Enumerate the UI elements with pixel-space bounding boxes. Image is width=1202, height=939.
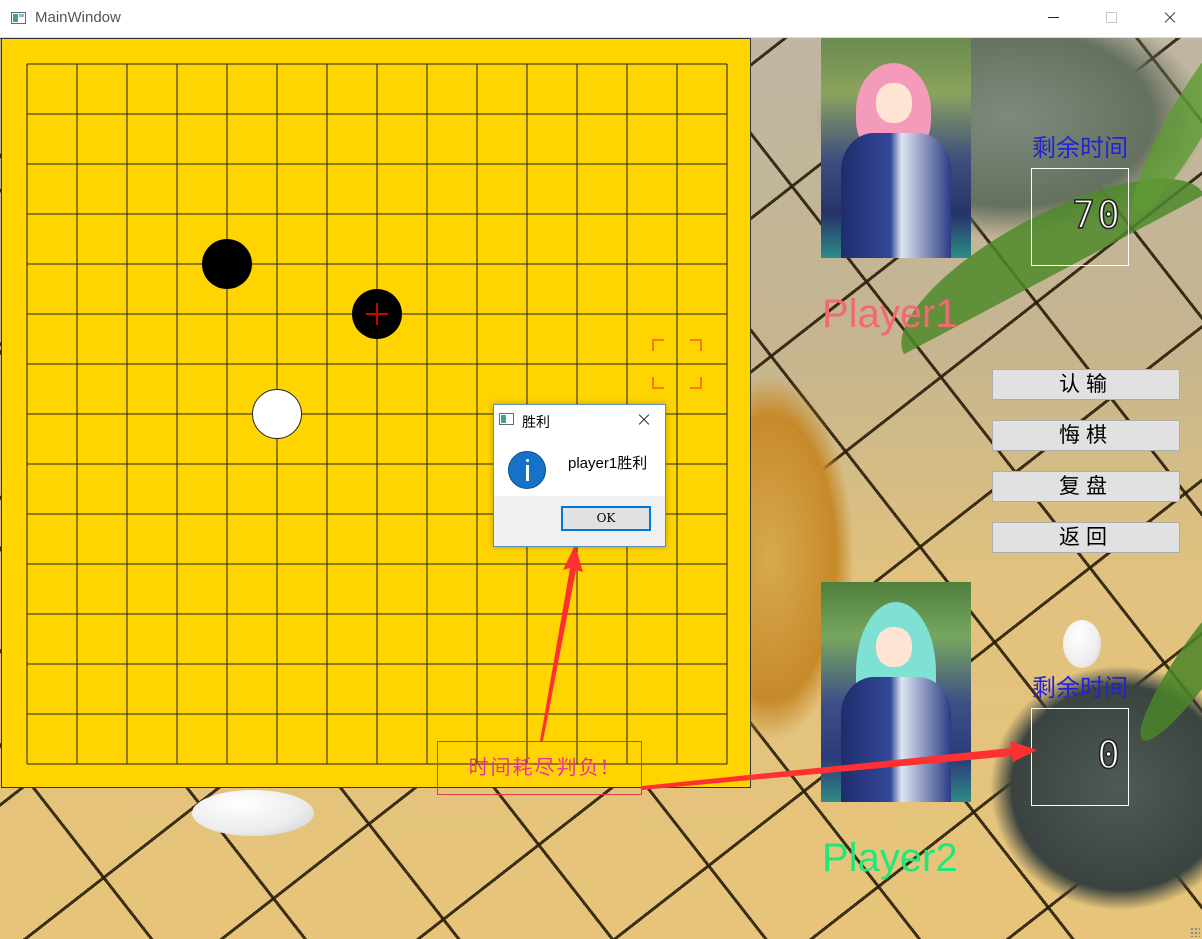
minimize-button[interactable]	[1039, 6, 1069, 30]
replay-button[interactable]: 复盘	[992, 471, 1180, 502]
window-title: MainWindow	[35, 9, 121, 26]
resign-button[interactable]: 认输	[992, 369, 1180, 400]
background-white-stone	[1063, 620, 1101, 668]
dialog-app-icon	[499, 413, 514, 425]
player1-name: Player1	[822, 292, 958, 336]
victory-dialog: 胜利 player1胜利 OK	[493, 404, 666, 547]
dialog-footer: OK	[494, 496, 665, 546]
ok-button[interactable]: OK	[561, 506, 651, 531]
back-button[interactable]: 返回	[992, 522, 1180, 553]
player2-time-left: 0	[1096, 732, 1122, 778]
maximize-button[interactable]	[1097, 6, 1127, 30]
app-icon	[11, 12, 26, 24]
title-bar: MainWindow	[0, 0, 1202, 38]
player2-name: Player2	[822, 836, 958, 880]
last-move-marker	[366, 303, 388, 325]
undo-button[interactable]: 悔棋	[992, 420, 1180, 451]
black-stone	[202, 239, 252, 289]
player2-timer-label: 剩余时间	[1032, 674, 1128, 702]
player2-avatar	[821, 582, 971, 802]
player1-timer: 70	[1031, 168, 1129, 266]
player1-avatar	[821, 38, 971, 258]
dialog-title: 胜利	[522, 415, 550, 431]
dialog-close-icon[interactable]	[634, 411, 656, 429]
player2-timer: 0	[1031, 708, 1129, 806]
hover-cursor	[652, 339, 702, 389]
annotation-text: 时间耗尽判负!	[468, 755, 611, 779]
info-icon	[508, 451, 546, 489]
player1-timer-label: 剩余时间	[1032, 134, 1128, 162]
white-stone	[252, 389, 302, 439]
resize-grip-icon[interactable]	[1190, 927, 1200, 937]
background-white-stone	[192, 790, 314, 836]
dialog-message: player1胜利	[568, 455, 648, 472]
annotation-box: 时间耗尽判负!	[437, 741, 642, 795]
player1-time-left: 70	[1071, 192, 1122, 238]
close-button[interactable]	[1155, 6, 1185, 30]
leaf-decoration	[1126, 564, 1202, 752]
black-stone	[352, 289, 402, 339]
